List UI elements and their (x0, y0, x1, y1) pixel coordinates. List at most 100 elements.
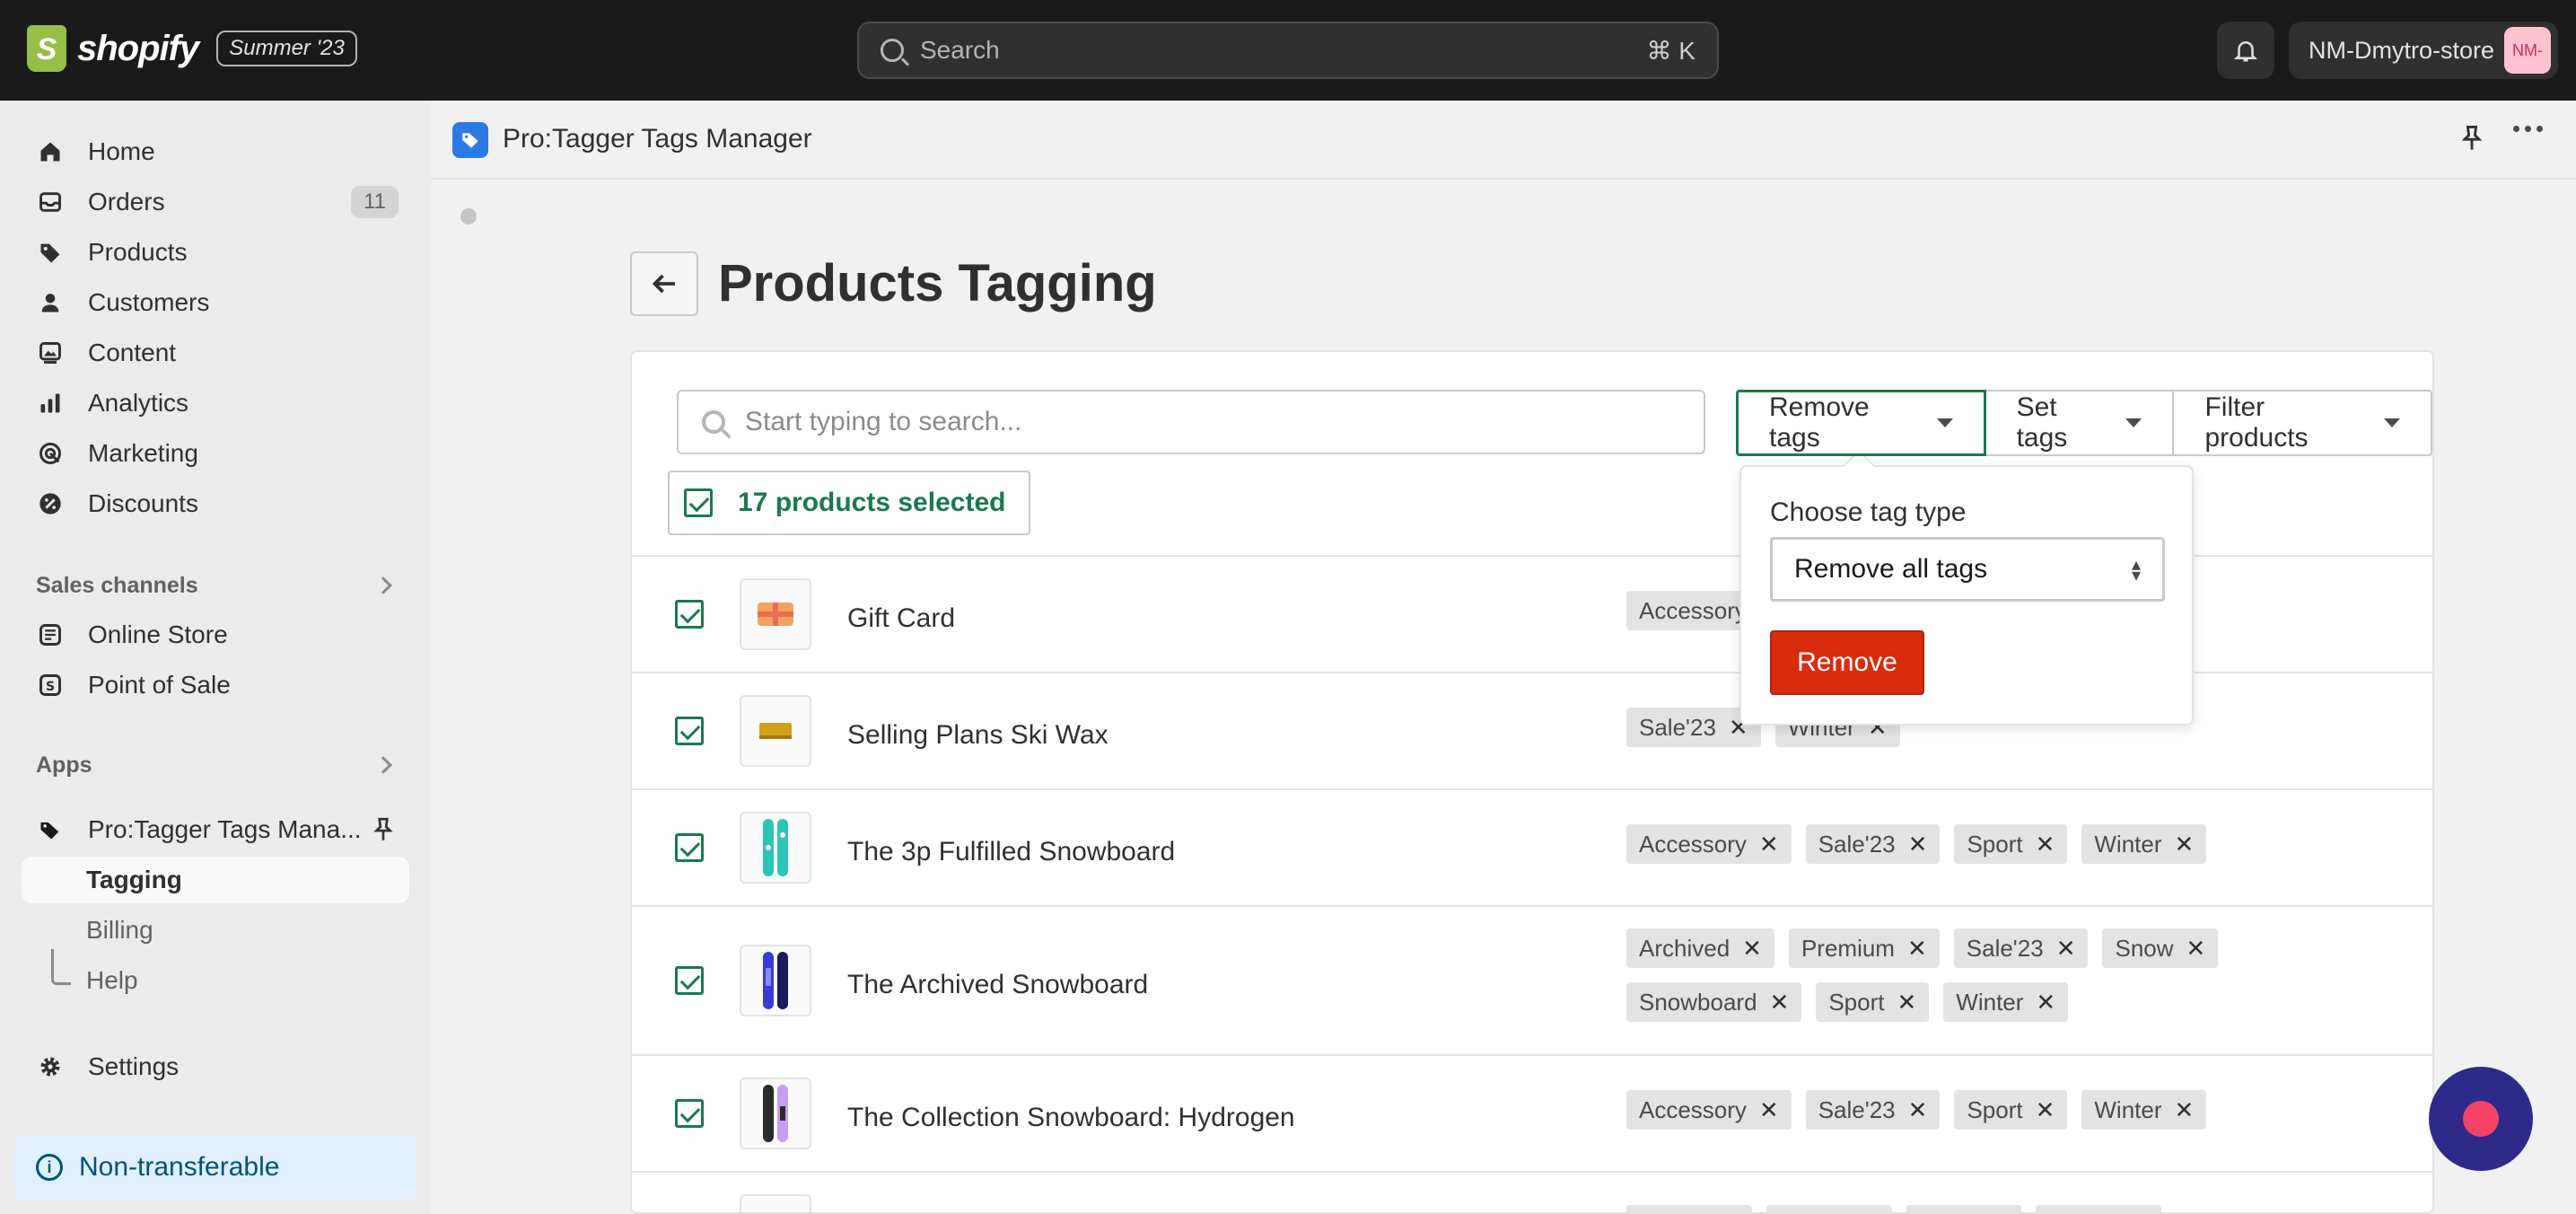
store-menu[interactable]: NM-Dmytro-store NM- (2289, 22, 2558, 79)
snowboard-image (763, 952, 788, 1009)
product-name[interactable]: The Collection Snowboard: Hydrogen (847, 1103, 1295, 1133)
chat-widget-button[interactable] (2429, 1067, 2533, 1171)
shopify-logo[interactable]: shopify Summer '23 (27, 25, 357, 72)
sidebar-item-customers[interactable]: Customers (22, 279, 409, 326)
row-checkbox[interactable] (675, 833, 704, 862)
select-all-toggle[interactable]: 17 products selected (668, 471, 1030, 535)
filter-products-label: Filter products (2204, 392, 2309, 453)
tag-type-select[interactable]: Remove all tags ▴ ▾ (1770, 537, 2165, 602)
table-row[interactable] (632, 1171, 2432, 1212)
remove-tag-icon[interactable]: ✕ (2036, 1096, 2055, 1124)
sidebar-item-marketing[interactable]: Marketing (22, 430, 409, 477)
product-name[interactable]: The 3p Fulfilled Snowboard (847, 837, 1175, 867)
tag-label: Accessory (1639, 830, 1747, 858)
sidebar: Home Orders 11 Products Customers Conten… (0, 101, 431, 1214)
remove-tag-icon[interactable]: ✕ (2036, 831, 2055, 858)
remove-tag-icon[interactable]: ✕ (1908, 831, 1928, 858)
sidebar-item-discounts[interactable]: Discounts (22, 480, 409, 527)
filter-products-button[interactable]: Filter products (2172, 390, 2432, 456)
product-name[interactable]: The Archived Snowboard (847, 970, 1148, 1000)
row-checkbox[interactable] (675, 600, 704, 629)
chevron-right-icon[interactable] (374, 576, 392, 594)
tag-chip: Sale'23 ✕ (1953, 928, 2089, 968)
remove-tag-icon[interactable]: ✕ (1907, 935, 1927, 963)
sidebar-subitem-help[interactable]: Help (22, 957, 409, 1004)
snowboard-image (763, 819, 788, 876)
global-search[interactable]: Search ⌘ K (857, 22, 1719, 79)
tag-label: Sale'23 (1639, 713, 1716, 741)
chat-icon (2463, 1101, 2499, 1137)
notifications-button[interactable] (2217, 22, 2274, 79)
sidebar-item-content[interactable]: Content (22, 330, 409, 376)
table-row[interactable]: The 3p Fulfilled Snowboard Accessory ✕ Sa… (632, 788, 2432, 905)
remove-tag-icon[interactable]: ✕ (1897, 989, 1917, 1016)
product-search-input[interactable]: Start typing to search... (677, 390, 1705, 454)
caret-down-icon (1936, 418, 1953, 427)
sidebar-item-orders[interactable]: Orders 11 (22, 179, 409, 225)
info-icon: i (36, 1154, 63, 1181)
tag-label: Accessory (1639, 1095, 1747, 1123)
product-name[interactable]: Gift Card (847, 603, 955, 634)
tag-type-label: Choose tag type (1770, 497, 1967, 527)
tag-icon (40, 243, 60, 263)
sidebar-item-label: Pro:Tagger Tags Mana... (88, 815, 362, 843)
tag-label: Premium (1801, 934, 1895, 962)
more-actions-icon[interactable] (2513, 126, 2543, 132)
sidebar-item-label: Discounts (88, 489, 198, 517)
sidebar-item-protagger[interactable]: Pro:Tagger Tags Mana... (22, 806, 409, 853)
table-row[interactable]: The Archived Snowboard Archived ✕ Premium… (632, 905, 2432, 1054)
remove-button[interactable]: Remove (1770, 630, 1924, 695)
remove-tag-icon[interactable]: ✕ (1770, 989, 1790, 1016)
remove-tag-icon[interactable]: ✕ (2056, 935, 2076, 963)
app-header: Pro:Tagger Tags Manager (431, 101, 2576, 180)
pin-icon[interactable] (372, 816, 395, 843)
sidebar-item-settings[interactable]: Settings (22, 1043, 409, 1090)
sidebar-item-analytics[interactable]: Analytics (22, 380, 409, 427)
tag-label: Snow (2115, 934, 2174, 962)
home-icon (40, 142, 60, 162)
remove-tag-icon[interactable]: ✕ (2186, 935, 2206, 963)
remove-tag-icon[interactable]: ✕ (2175, 1096, 2195, 1124)
sidebar-item-products[interactable]: Products (22, 229, 409, 276)
row-checkbox[interactable] (675, 717, 704, 745)
sidebar-item-point-of-sale[interactable]: S Point of Sale (22, 662, 409, 708)
edition-badge[interactable]: Summer '23 (216, 31, 357, 66)
back-button[interactable] (630, 251, 698, 316)
row-checkbox[interactable] (675, 1099, 704, 1128)
search-icon (702, 410, 725, 434)
remove-tag-icon[interactable]: ✕ (2175, 831, 2195, 858)
orders-icon (39, 192, 61, 212)
sidebar-item-online-store[interactable]: Online Store (22, 611, 409, 658)
app-logo-icon (452, 122, 488, 158)
store-name: NM-Dmytro-store (2309, 36, 2494, 64)
remove-tag-icon[interactable]: ✕ (1908, 1096, 1928, 1124)
remove-tag-icon[interactable]: ✕ (2036, 989, 2055, 1016)
set-tags-button[interactable]: Set tags (1984, 390, 2175, 456)
product-thumbnail (740, 578, 811, 650)
pin-app-icon[interactable] (2459, 124, 2484, 153)
tag-label: Sport (1967, 830, 2023, 858)
marketing-icon (39, 443, 61, 464)
search-icon (881, 39, 904, 62)
non-transferable-banner[interactable]: i Non-transferable (14, 1135, 416, 1200)
sidebar-subitem-billing[interactable]: Billing (22, 907, 409, 954)
remove-tag-icon[interactable]: ✕ (1742, 935, 1762, 963)
sidebar-item-label: Content (88, 339, 177, 366)
row-checkbox[interactable] (675, 966, 704, 995)
remove-tags-button[interactable]: Remove tags (1736, 390, 1986, 456)
product-name[interactable]: Selling Plans Ski Wax (847, 720, 1108, 751)
apps-heading[interactable]: Apps (36, 752, 92, 779)
product-thumbnail (740, 695, 811, 767)
sidebar-subitem-tagging[interactable]: Tagging (22, 857, 409, 903)
table-row[interactable]: The Collection Snowboard: Hydrogen Acces… (632, 1054, 2432, 1171)
chevron-right-icon[interactable] (374, 756, 392, 774)
select-all-checkbox[interactable] (684, 488, 713, 517)
analytics-icon (40, 393, 60, 413)
sales-channels-heading[interactable]: Sales channels (36, 573, 198, 599)
tag-label: Winter (2094, 1095, 2162, 1123)
sidebar-item-home[interactable]: Home (22, 128, 409, 175)
remove-tag-icon[interactable]: ✕ (1759, 1096, 1779, 1124)
sidebar-item-label: Products (88, 238, 188, 266)
remove-tag-icon[interactable]: ✕ (1759, 831, 1779, 858)
tag-chip: Winter ✕ (1943, 982, 2069, 1022)
